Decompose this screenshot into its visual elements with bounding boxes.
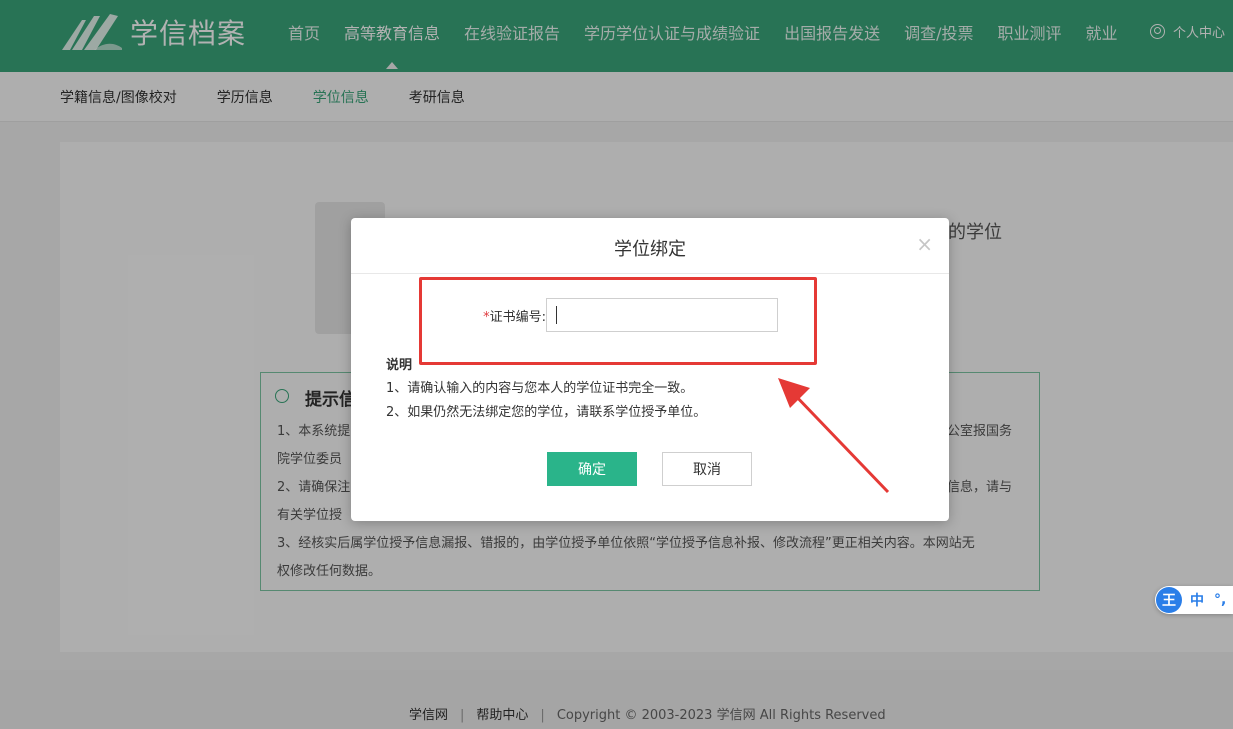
highlight-box: [419, 277, 817, 365]
cancel-button[interactable]: 取消: [662, 452, 752, 486]
ime-mode-toggle[interactable]: 中: [1190, 590, 1204, 610]
ime-toolbar[interactable]: 王 中 °,: [1155, 586, 1233, 614]
instruction-line: 2、如果仍然无法绑定您的学位，请联系学位授予单位。: [386, 405, 707, 420]
annotation-arrow-icon: [778, 378, 890, 494]
ime-punctuation-toggle[interactable]: °,: [1214, 592, 1226, 608]
ime-logo-icon: 王: [1156, 587, 1182, 613]
close-icon[interactable]: ×: [916, 234, 933, 254]
dialog-title: 学位绑定: [614, 239, 686, 260]
instruction-line: 1、请确认输入的内容与您本人的学位证书完全一致。: [386, 381, 694, 396]
confirm-button[interactable]: 确定: [547, 452, 637, 486]
